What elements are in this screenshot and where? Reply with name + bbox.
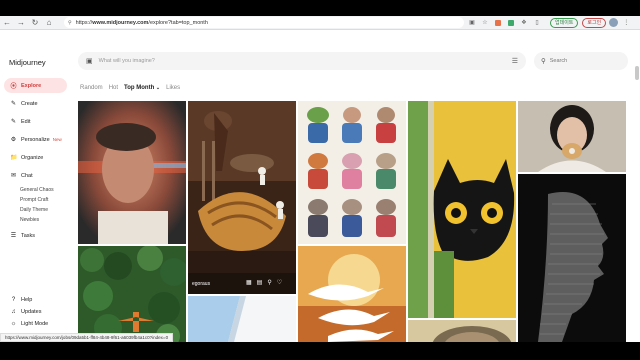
sidebar-item-label: Explore [21, 82, 42, 89]
bell-icon: ♫ [11, 309, 16, 315]
updates-link[interactable]: ♫ Updates [10, 309, 42, 315]
sliders-icon: ⚙ [10, 137, 17, 143]
edit-icon: ✎ [10, 119, 17, 125]
more-icon[interactable]: ⋮ [621, 18, 631, 28]
settings-sliders-icon[interactable]: ☰ [512, 57, 518, 65]
sidebar-toggle-icon[interactable]: ▯ [532, 18, 542, 28]
scrollbar[interactable] [635, 66, 639, 80]
image-tile[interactable] [518, 101, 626, 172]
url-host: www.midjourney.com [92, 19, 149, 26]
lock-icon: ⚲ [68, 19, 72, 26]
image-tile[interactable] [518, 174, 626, 342]
image-actions: ▦ ▤ ⚲ ♡ [246, 279, 282, 286]
tasks-icon: ☰ [10, 233, 17, 239]
imagine-placeholder: What will you imagine? [98, 58, 155, 64]
extension-green-icon[interactable] [506, 18, 516, 28]
image-tile[interactable] [298, 246, 406, 342]
sidebar-item-tasks[interactable]: ☰ Tasks [4, 228, 67, 243]
search-placeholder: Search [549, 58, 568, 64]
main-content: ▣ What will you imagine? ☰ ⚲ Search Rand… [72, 30, 640, 342]
tab-top-month[interactable]: Top Month ⌄ [124, 85, 160, 91]
sidebar: Midjourney ⦿ Explore ✎ Create ✎ Edit ⚙ P… [0, 30, 72, 342]
home-icon[interactable]: ⌂ [42, 16, 56, 30]
chat-room-daily-theme[interactable]: Daily Theme [20, 207, 48, 213]
address-bar[interactable]: ⚲ https:// www.midjourney.com /explore?t… [64, 17, 464, 28]
tab-random[interactable]: Random [80, 85, 103, 91]
chat-room-general-chaos[interactable]: General Chaos [20, 187, 54, 193]
image-tile[interactable] [78, 246, 186, 342]
expand-icon[interactable]: ▦ [246, 279, 252, 286]
search-icon: ⚲ [541, 58, 546, 65]
sidebar-item-label: Chat [21, 172, 33, 179]
brand-logo[interactable]: Midjourney [9, 58, 46, 67]
sidebar-item-label: Personalize [21, 136, 50, 143]
imagine-input[interactable]: ▣ What will you imagine? ☰ [78, 52, 526, 70]
image-icon[interactable]: ▣ [86, 57, 93, 65]
update-button[interactable]: 업데이트 [550, 17, 579, 28]
tab-likes[interactable]: Likes [166, 85, 180, 91]
url-prefix: https:// [75, 19, 93, 26]
image-tile-hovered[interactable] [188, 101, 296, 294]
sun-icon: ☼ [10, 321, 17, 327]
compass-icon: ⦿ [10, 84, 17, 90]
image-tile[interactable] [408, 101, 516, 318]
profile-avatar[interactable] [609, 18, 619, 27]
sidebar-item-edit[interactable]: ✎ Edit [4, 114, 67, 129]
chat-icon: ✉ [10, 173, 17, 179]
help-icon: ? [11, 297, 16, 303]
status-bar-url: https://www.midjourney.com/jobs/09da5b1-… [0, 333, 174, 342]
browser-window: ← → ↻ ⌂ ⚲ https:// www.midjourney.com /e… [0, 16, 640, 342]
sidebar-item-personalize[interactable]: ⚙ Personalize New [4, 132, 67, 147]
sidebar-item-label: Tasks [21, 232, 36, 239]
login-button[interactable]: 로그인 [582, 17, 607, 28]
chat-room-newbies[interactable]: Newbies [20, 217, 39, 223]
sidebar-item-chat[interactable]: ✉ Chat [4, 168, 67, 183]
sidebar-item-label: Edit [21, 118, 31, 125]
forward-icon[interactable]: → [14, 16, 28, 30]
tab-hot[interactable]: Hot [109, 85, 118, 91]
folder-icon: 📁 [10, 155, 18, 161]
star-icon[interactable]: ☆ [480, 18, 490, 28]
search-similar-icon[interactable]: ⚲ [267, 279, 271, 286]
sidebar-item-create[interactable]: ✎ Create [4, 96, 67, 111]
image-tile[interactable] [78, 101, 186, 244]
puzzle-icon[interactable]: ❖ [519, 18, 529, 28]
translate-icon[interactable]: ▣ [467, 18, 477, 28]
chevron-down-icon: ⌄ [155, 85, 161, 91]
light-mode-label: Light Mode [21, 321, 49, 327]
reload-icon[interactable]: ↻ [28, 16, 42, 30]
brush-icon: ✎ [10, 101, 17, 107]
image-author[interactable]: egoraus [192, 281, 210, 287]
url-path: /explore?tab=top_month [148, 19, 208, 26]
new-badge: New [52, 137, 62, 142]
image-tile[interactable] [408, 320, 516, 342]
image-tile[interactable] [188, 296, 296, 342]
browser-toolbar: ← → ↻ ⌂ ⚲ https:// www.midjourney.com /e… [0, 16, 640, 30]
copy-icon[interactable]: ▤ [257, 279, 263, 286]
help-link[interactable]: ? Help [10, 297, 32, 303]
explore-tabs: Random Hot Top Month ⌄ Likes [80, 85, 180, 91]
image-tile[interactable] [298, 101, 406, 244]
heart-icon[interactable]: ♡ [277, 279, 282, 286]
sidebar-item-label: Create [21, 100, 38, 107]
image-grid: egoraus ▦ ▤ ⚲ ♡ [78, 101, 626, 342]
sidebar-item-organize[interactable]: 📁 Organize [4, 150, 67, 165]
back-icon[interactable]: ← [0, 16, 14, 30]
sidebar-item-explore[interactable]: ⦿ Explore [4, 78, 67, 93]
extension-icon[interactable] [493, 18, 503, 28]
help-label: Help [21, 297, 33, 303]
sidebar-item-label: Organize [21, 154, 44, 161]
screen-frame: ← → ↻ ⌂ ⚲ https:// www.midjourney.com /e… [0, 0, 640, 360]
updates-label: Updates [21, 309, 42, 315]
tab-label: Top Month [124, 85, 155, 91]
search-input[interactable]: ⚲ Search [534, 52, 628, 70]
chat-room-prompt-craft[interactable]: Prompt Craft [20, 197, 48, 203]
light-mode-toggle[interactable]: ☼ Light Mode [10, 321, 48, 327]
